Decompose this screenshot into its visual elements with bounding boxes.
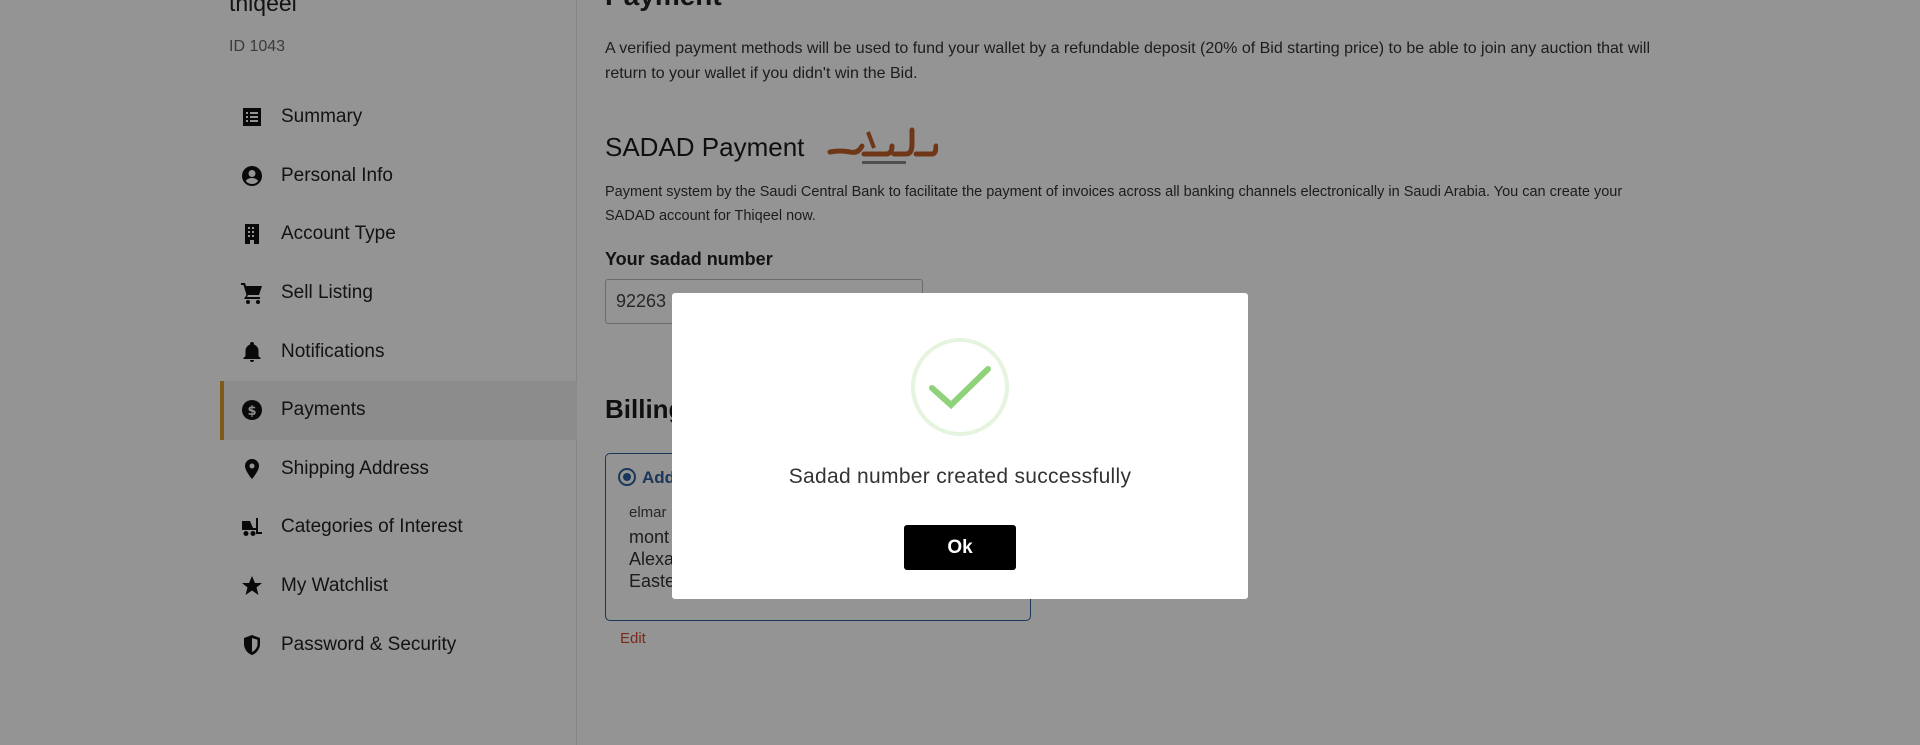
success-message: Sadad number created successfully — [788, 465, 1132, 488]
success-check-icon — [911, 338, 1009, 436]
success-dialog: Sadad number created successfully Ok — [672, 293, 1248, 599]
ok-button[interactable]: Ok — [904, 525, 1016, 570]
